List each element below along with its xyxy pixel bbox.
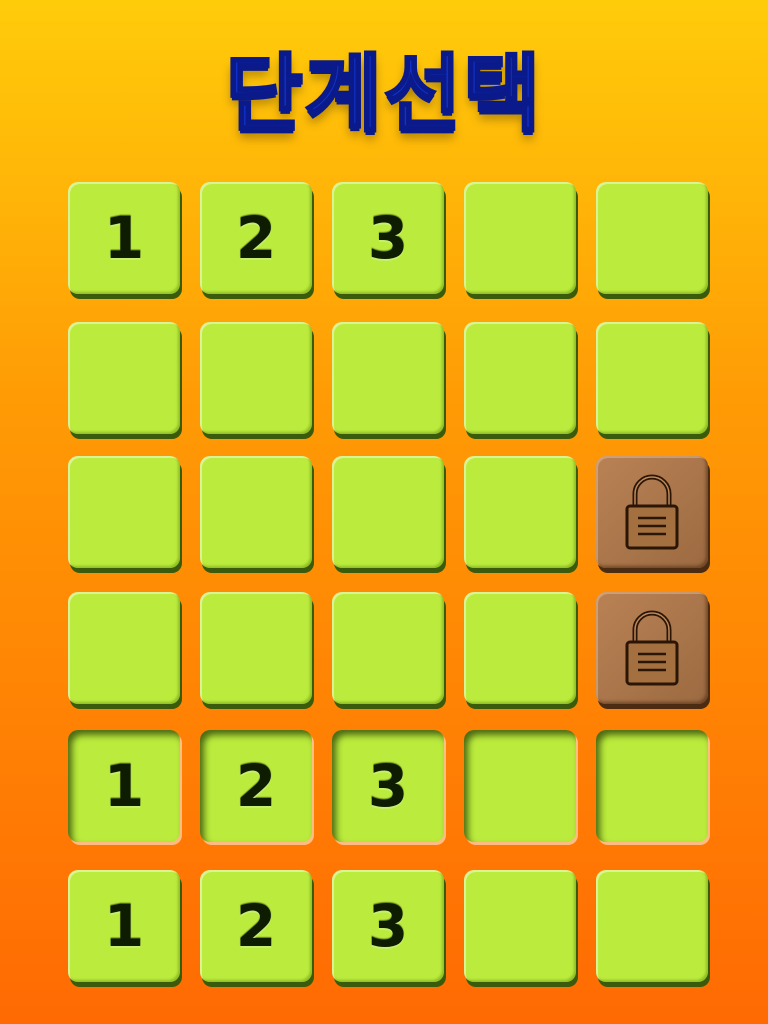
stage-tile[interactable]: 2 bbox=[200, 182, 312, 294]
stage-tile[interactable] bbox=[332, 456, 444, 568]
stage-number: 1 bbox=[103, 752, 145, 820]
stage-tile-locked[interactable] bbox=[596, 592, 708, 704]
lock-icon bbox=[625, 610, 679, 686]
stage-tile[interactable] bbox=[200, 592, 312, 704]
stage-tile[interactable]: 2 bbox=[200, 730, 312, 842]
stage-tile[interactable] bbox=[596, 870, 708, 982]
stage-tile[interactable] bbox=[68, 456, 180, 568]
stage-grid: 1 2 3 1 2 3 1 2 3 bbox=[0, 0, 768, 1024]
stage-tile[interactable]: 3 bbox=[332, 730, 444, 842]
stage-number: 2 bbox=[235, 752, 277, 820]
stage-tile[interactable]: 1 bbox=[68, 182, 180, 294]
stage-tile[interactable] bbox=[464, 322, 576, 434]
stage-tile[interactable]: 3 bbox=[332, 870, 444, 982]
stage-tile[interactable] bbox=[464, 730, 576, 842]
stage-tile[interactable] bbox=[332, 592, 444, 704]
stage-tile[interactable] bbox=[464, 456, 576, 568]
stage-tile[interactable] bbox=[596, 730, 708, 842]
stage-tile[interactable]: 1 bbox=[68, 730, 180, 842]
stage-tile[interactable] bbox=[332, 322, 444, 434]
stage-tile-locked[interactable] bbox=[596, 456, 708, 568]
stage-tile[interactable] bbox=[464, 592, 576, 704]
stage-tile[interactable] bbox=[68, 322, 180, 434]
stage-tile[interactable]: 2 bbox=[200, 870, 312, 982]
stage-tile[interactable]: 3 bbox=[332, 182, 444, 294]
stage-tile[interactable] bbox=[200, 322, 312, 434]
stage-number: 3 bbox=[367, 752, 409, 820]
stage-tile[interactable] bbox=[464, 870, 576, 982]
stage-tile[interactable] bbox=[464, 182, 576, 294]
lock-icon bbox=[625, 474, 679, 550]
stage-number: 1 bbox=[103, 204, 145, 272]
stage-number: 3 bbox=[367, 204, 409, 272]
stage-number: 3 bbox=[367, 892, 409, 960]
stage-tile[interactable] bbox=[68, 592, 180, 704]
stage-number: 2 bbox=[235, 204, 277, 272]
stage-tile[interactable] bbox=[596, 322, 708, 434]
stage-tile[interactable]: 1 bbox=[68, 870, 180, 982]
stage-number: 1 bbox=[103, 892, 145, 960]
stage-tile[interactable] bbox=[596, 182, 708, 294]
stage-number: 2 bbox=[235, 892, 277, 960]
stage-tile[interactable] bbox=[200, 456, 312, 568]
